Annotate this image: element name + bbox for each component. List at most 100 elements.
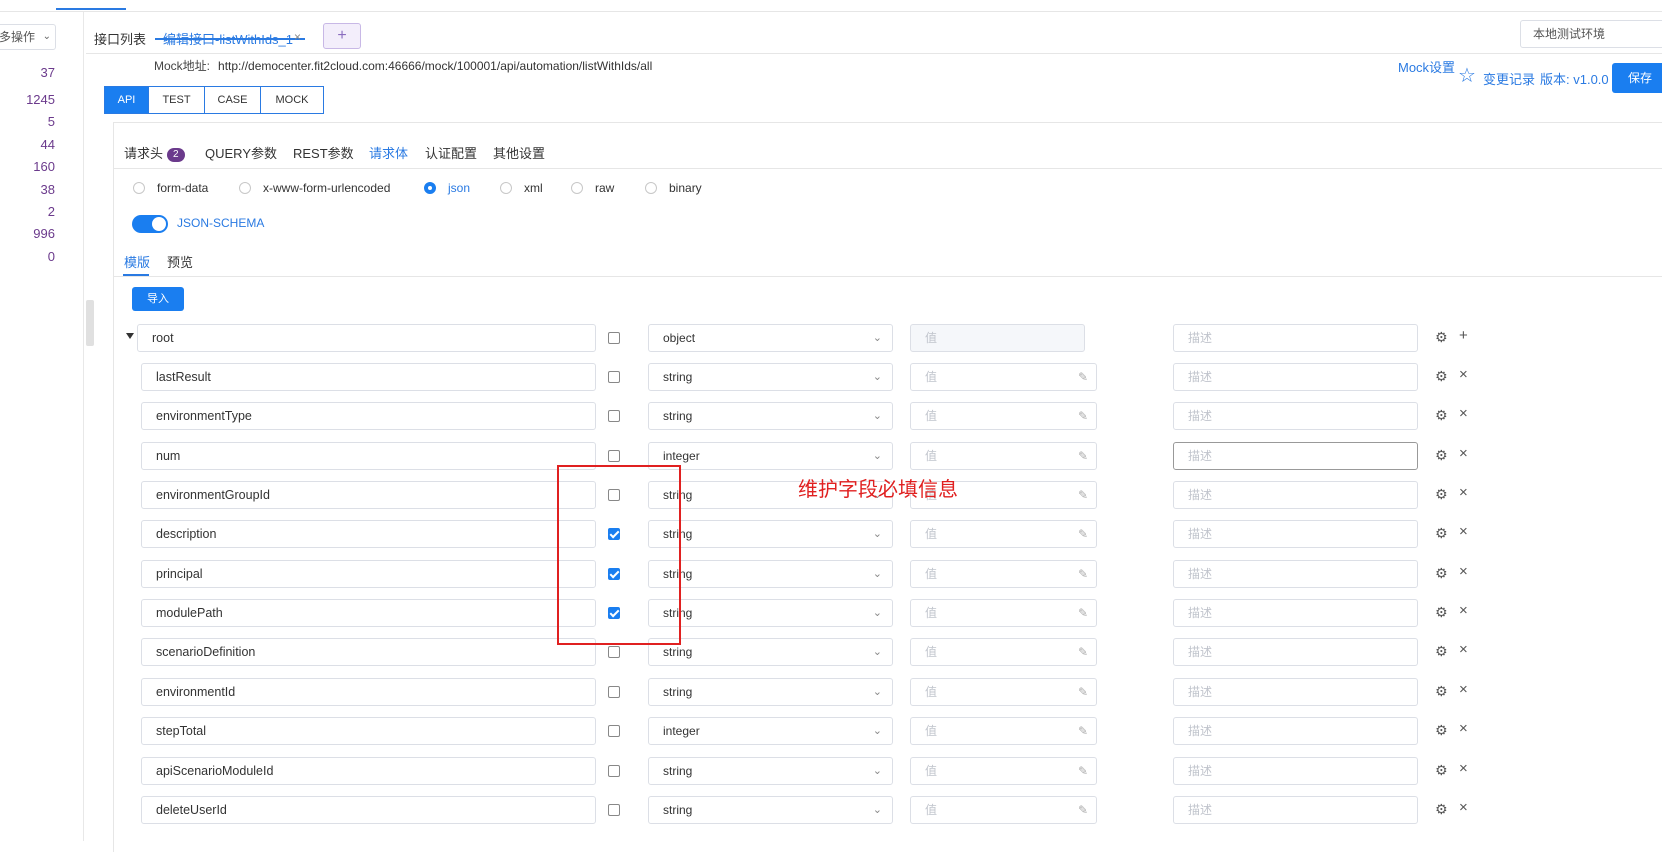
gear-icon[interactable]: ⚙	[1435, 762, 1448, 778]
edit-pen-icon[interactable]: ✎	[1078, 639, 1088, 665]
gear-icon[interactable]: ⚙	[1435, 565, 1448, 581]
field-type-select[interactable]: string ⌄	[648, 402, 893, 430]
field-description-input[interactable]: 描述	[1173, 560, 1418, 588]
field-type-select[interactable]: string ⌄	[648, 560, 893, 588]
field-name-input[interactable]: apiScenarioModuleId	[141, 757, 596, 785]
field-type-select[interactable]: string ⌄	[648, 757, 893, 785]
field-type-select[interactable]: string ⌄	[648, 599, 893, 627]
required-checkbox[interactable]	[608, 725, 620, 737]
edit-pen-icon[interactable]: ✎	[1078, 403, 1088, 429]
field-value-input[interactable]: 值 ✎	[910, 638, 1097, 666]
field-type-select[interactable]: string ⌄	[648, 520, 893, 548]
delete-icon[interactable]: ×	[1459, 761, 1468, 777]
field-name-input[interactable]: environmentId	[141, 678, 596, 706]
field-description-input[interactable]: 描述	[1173, 796, 1418, 824]
gear-icon[interactable]: ⚙	[1435, 329, 1448, 345]
required-checkbox[interactable]	[608, 371, 620, 383]
field-value-input[interactable]: 值 ✎	[910, 560, 1097, 588]
body-type-radio[interactable]: raw	[571, 181, 614, 195]
field-value-input[interactable]: 值 ✎	[910, 520, 1097, 548]
gear-icon[interactable]: ⚙	[1435, 486, 1448, 502]
version-link[interactable]: 版本: v1.0.0	[1540, 69, 1609, 88]
field-description-input[interactable]: 描述	[1173, 638, 1418, 666]
field-description-input[interactable]: 描述	[1173, 363, 1418, 391]
required-checkbox[interactable]	[608, 686, 620, 698]
tab-api-list[interactable]: 接口列表	[94, 29, 146, 48]
field-description-input[interactable]: 描述	[1173, 599, 1418, 627]
delete-icon[interactable]: ×	[1459, 446, 1468, 462]
field-type-select[interactable]: string ⌄	[648, 796, 893, 824]
field-name-input[interactable]: environmentGroupId	[141, 481, 596, 509]
field-type-select[interactable]: integer ⌄	[648, 717, 893, 745]
required-checkbox[interactable]	[608, 332, 620, 344]
field-type-select[interactable]: object ⌄	[648, 324, 893, 352]
add-tab-button[interactable]: +	[323, 23, 361, 49]
delete-icon[interactable]: ×	[1459, 406, 1468, 422]
gear-icon[interactable]: ⚙	[1435, 604, 1448, 620]
tab-query-params[interactable]: QUERY参数	[205, 143, 277, 162]
edit-pen-icon[interactable]: ✎	[1078, 679, 1088, 705]
field-type-select[interactable]: integer ⌄	[648, 442, 893, 470]
mode-tab-api[interactable]: API	[104, 86, 149, 114]
delete-icon[interactable]: ×	[1459, 642, 1468, 658]
field-description-input[interactable]: 描述	[1173, 324, 1418, 352]
field-description-input[interactable]: 描述	[1173, 442, 1418, 470]
import-button[interactable]: 导入	[132, 287, 184, 311]
gear-icon[interactable]: ⚙	[1435, 447, 1448, 463]
gear-icon[interactable]: ⚙	[1435, 801, 1448, 817]
gear-icon[interactable]: ⚙	[1435, 407, 1448, 423]
field-description-input[interactable]: 描述	[1173, 678, 1418, 706]
body-type-radio[interactable]: binary	[645, 181, 702, 195]
required-checkbox[interactable]	[608, 804, 620, 816]
mode-tab-test[interactable]: TEST	[148, 86, 205, 114]
field-name-input[interactable]: lastResult	[141, 363, 596, 391]
field-name-input[interactable]: stepTotal	[141, 717, 596, 745]
gear-icon[interactable]: ⚙	[1435, 683, 1448, 699]
field-name-input[interactable]: scenarioDefinition	[141, 638, 596, 666]
save-button[interactable]: 保存	[1612, 63, 1662, 93]
tab-request-headers[interactable]: 请求头 2	[124, 143, 185, 162]
close-icon[interactable]: ×	[294, 30, 301, 44]
change-log-link[interactable]: 变更记录	[1483, 69, 1535, 88]
more-operations-dropdown[interactable]: 多操作 ⌄	[0, 24, 56, 50]
delete-icon[interactable]: ×	[1459, 367, 1468, 383]
tab-request-body[interactable]: 请求体	[369, 143, 408, 162]
field-value-input[interactable]: 值 ✎	[910, 796, 1097, 824]
edit-pen-icon[interactable]: ✎	[1078, 561, 1088, 587]
tab-template[interactable]: 模版	[124, 252, 150, 271]
mode-tab-case[interactable]: CASE	[204, 86, 261, 114]
star-icon[interactable]: ☆	[1458, 66, 1476, 86]
edit-pen-icon[interactable]: ✎	[1078, 482, 1088, 508]
delete-icon[interactable]: ×	[1459, 682, 1468, 698]
field-value-input[interactable]: 值 ✎	[910, 363, 1097, 391]
field-name-input[interactable]: root	[137, 324, 596, 352]
edit-pen-icon[interactable]: ✎	[1078, 600, 1088, 626]
field-type-select[interactable]: string ⌄	[648, 638, 893, 666]
tab-other-settings[interactable]: 其他设置	[493, 143, 545, 162]
body-type-radio[interactable]: json	[424, 181, 470, 195]
field-description-input[interactable]: 描述	[1173, 481, 1418, 509]
body-type-radio[interactable]: x-www-form-urlencoded	[239, 181, 390, 195]
environment-select[interactable]: 本地测试环境	[1520, 20, 1662, 48]
field-name-input[interactable]: description	[141, 520, 596, 548]
tab-rest-params[interactable]: REST参数	[293, 143, 354, 162]
add-icon[interactable]: +	[1459, 328, 1468, 344]
body-type-radio[interactable]: xml	[500, 181, 543, 195]
field-description-input[interactable]: 描述	[1173, 520, 1418, 548]
caret-down-icon[interactable]	[126, 333, 134, 339]
field-name-input[interactable]: principal	[141, 560, 596, 588]
required-checkbox[interactable]	[608, 646, 620, 658]
field-value-input[interactable]: 值 ✎	[910, 757, 1097, 785]
required-checkbox[interactable]	[608, 410, 620, 422]
gear-icon[interactable]: ⚙	[1435, 643, 1448, 659]
tab-preview[interactable]: 预览	[167, 252, 193, 271]
field-type-select[interactable]: string ⌄	[648, 363, 893, 391]
field-value-input[interactable]: 值 ✎	[910, 717, 1097, 745]
delete-icon[interactable]: ×	[1459, 603, 1468, 619]
edit-pen-icon[interactable]: ✎	[1078, 718, 1088, 744]
json-schema-toggle[interactable]	[132, 215, 168, 233]
gear-icon[interactable]: ⚙	[1435, 368, 1448, 384]
field-value-input[interactable]: 值 ✎	[910, 678, 1097, 706]
delete-icon[interactable]: ×	[1459, 524, 1468, 540]
tab-auth-config[interactable]: 认证配置	[425, 143, 477, 162]
